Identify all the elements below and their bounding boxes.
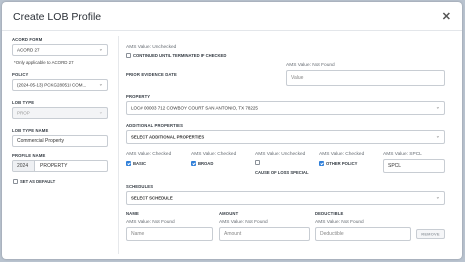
amount-ams-value: AMS Value: Not Found — [219, 220, 268, 225]
modal-header: Create LOB Profile ✕ — [2, 2, 462, 31]
cause-of-loss-special-label: CAUSE OF LOSS SPECIAL — [255, 170, 309, 175]
spcl-input[interactable]: SPCL — [383, 159, 445, 173]
chevron-down-icon: ⌄ — [435, 194, 440, 201]
amount-label: AMOUNT — [219, 211, 239, 216]
policy-select[interactable]: (2024-05-13) PCKG28051I COM... ⌄ — [12, 79, 108, 91]
chevron-down-icon: ⌄ — [98, 81, 103, 88]
broad-label: BROAD — [198, 161, 214, 166]
broad-checkbox[interactable] — [191, 161, 196, 166]
name-input[interactable]: Name — [126, 227, 213, 241]
name-label: NAME — [126, 211, 139, 216]
chevron-down-icon: ⌄ — [435, 104, 440, 111]
additional-properties-select[interactable]: SELECT ADDITIONAL PROPERTIES ⌄ — [126, 130, 445, 144]
lob-type-label: LOB TYPE — [12, 100, 35, 105]
close-icon[interactable]: ✕ — [442, 10, 451, 23]
acord-form-select[interactable]: ACORD 27 ⌄ — [12, 44, 108, 56]
chevron-down-icon: ⌄ — [435, 133, 440, 140]
acord-form-label: ACORD FORM — [12, 37, 43, 42]
broad-ams-value: AMS Value: Checked — [191, 152, 237, 157]
profile-year-prefix: 2024 — [13, 161, 35, 171]
property-label: PROPERTY — [126, 94, 151, 99]
property-select[interactable]: LOC# 00003 712 COWBOY COURT SAN ANTONIO,… — [126, 101, 445, 115]
column-divider — [118, 36, 119, 254]
continued-label: CONTINUED UNTIL TERMINATED IF CHECKED — [133, 53, 227, 58]
prior-evidence-ams-value: AMS Value: Not Found — [286, 63, 335, 68]
schedules-select[interactable]: SELECT SCHEDULE ⌄ — [126, 191, 445, 205]
set-as-default-label: SET AS DEFAULT — [20, 179, 56, 184]
other-policy-label: OTHER POLICY — [326, 161, 358, 166]
cause-of-loss-special-ams-value: AMS Value: Unchecked — [255, 152, 306, 157]
continued-ams-value: AMS Value: Unchecked — [126, 45, 177, 50]
create-lob-profile-modal: Create LOB Profile ✕ ACORD FORM ACORD 27… — [2, 2, 462, 259]
other-policy-ams-value: AMS Value: Checked — [319, 152, 365, 157]
additional-properties-label: ADDITIONAL PROPERTIES — [126, 123, 184, 128]
cause-of-loss-special-checkbox[interactable] — [255, 160, 260, 165]
prior-evidence-date-input[interactable]: Value — [286, 70, 445, 86]
chevron-down-icon: ⌄ — [98, 109, 103, 116]
acord-form-note: *Only applicable to ACORD 27 — [14, 60, 74, 65]
amount-input[interactable]: Amount — [219, 227, 310, 241]
basic-checkbox[interactable] — [126, 161, 131, 166]
name-ams-value: AMS Value: Not Found — [126, 220, 175, 225]
lob-type-name-input[interactable]: Commercial Property — [12, 135, 108, 147]
deductible-label: DEDUCTIBLE — [315, 211, 344, 216]
deductible-ams-value: AMS Value: Not Found — [315, 220, 364, 225]
schedules-label: SCHEDULES — [126, 184, 154, 189]
profile-name-input[interactable]: 2024 PROPERTY — [12, 160, 108, 172]
modal-title: Create LOB Profile — [13, 11, 102, 23]
prior-evidence-date-label: PRIOR EVIDENCE DATE — [126, 72, 177, 77]
lob-type-select[interactable]: PROP ⌄ — [12, 107, 108, 119]
spcl-ams-value: AMS Value: SPCL — [383, 152, 422, 157]
policy-label: POLICY — [12, 72, 29, 77]
continued-checkbox[interactable] — [126, 53, 131, 58]
basic-label: BASIC — [133, 161, 147, 166]
remove-button[interactable]: REMOVE — [416, 229, 445, 239]
chevron-down-icon: ⌄ — [98, 46, 103, 53]
deductible-input[interactable]: Deductible — [315, 227, 411, 241]
basic-ams-value: AMS Value: Checked — [126, 152, 172, 157]
profile-name-label: PROFILE NAME — [12, 153, 46, 158]
other-policy-checkbox[interactable] — [319, 161, 324, 166]
set-as-default-checkbox[interactable] — [13, 179, 18, 184]
lob-type-name-label: LOB TYPE NAME — [12, 128, 49, 133]
